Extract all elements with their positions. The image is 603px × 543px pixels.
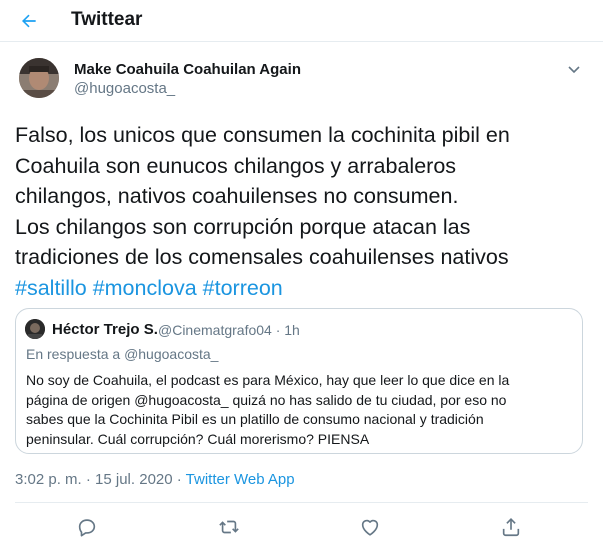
reply-button[interactable] xyxy=(76,516,98,538)
quoted-author-meta: @Cinematgrafo04 · 1h xyxy=(158,322,300,338)
tweet-time[interactable]: 3:02 p. m. · 15 jul. 2020 · xyxy=(15,471,186,488)
author-handle[interactable]: @hugoacosta_ xyxy=(74,80,175,97)
like-button[interactable] xyxy=(359,516,381,538)
tweet-text-line: Coahuila son eunucos chilangos y arrabal… xyxy=(15,153,457,178)
tweet-text: Falso, los unicos que consumen la cochin… xyxy=(15,120,585,303)
more-options-button[interactable] xyxy=(566,61,582,77)
reply-prefix: En respuesta a xyxy=(26,346,125,362)
quoted-avatar[interactable] xyxy=(25,319,45,339)
share-icon xyxy=(502,518,520,537)
share-button[interactable] xyxy=(500,516,522,538)
like-icon xyxy=(361,519,379,536)
tweet-text-line: chilangos, nativos coahuilenses no consu… xyxy=(15,184,459,208)
tweet-timestamp: 3:02 p. m. · 15 jul. 2020 · Twitter Web … xyxy=(15,471,295,488)
reply-context: En respuesta a @hugoacosta_ xyxy=(26,346,218,362)
page-header: Twittear xyxy=(0,0,603,42)
quoted-text-line: No soy de Coahuila, el podcast es para M… xyxy=(26,372,510,388)
tweet-source-link[interactable]: Twitter Web App xyxy=(186,471,295,488)
page-title: Twittear xyxy=(71,9,143,30)
quoted-tweet-text: No soy de Coahuila, el podcast es para M… xyxy=(26,371,576,449)
chevron-down-icon xyxy=(568,66,580,74)
quoted-text-line: peninsular. Cuál corrupción? Cuál moreri… xyxy=(26,430,370,447)
hashtag-link[interactable]: #saltillo xyxy=(15,276,87,300)
hashtag-line: #saltillo #monclova #torreon xyxy=(15,273,585,304)
reply-mention-link[interactable]: @hugoacosta_ xyxy=(124,346,218,362)
avatar[interactable] xyxy=(19,58,59,98)
tweet-text-line: Los chilangos son corrupción porque atac… xyxy=(15,214,471,239)
reply-icon xyxy=(78,519,96,537)
tweet-text-line: tradiciones de los comensales coahuilens… xyxy=(15,245,509,269)
quoted-tweet[interactable]: Héctor Trejo S. @Cinematgrafo04 · 1h En … xyxy=(15,308,583,454)
retweet-button[interactable] xyxy=(218,516,240,538)
back-button[interactable] xyxy=(13,5,45,37)
arrow-left-icon xyxy=(22,14,36,28)
author-name[interactable]: Make Coahuila Coahuilan Again xyxy=(74,61,301,78)
quoted-text-line: sabes que la Cochinita Pibil es un plati… xyxy=(26,411,484,427)
quoted-author-name[interactable]: Héctor Trejo S. xyxy=(52,321,158,338)
tweet-text-line: Falso, los unicos que consumen la cochin… xyxy=(15,123,510,147)
quoted-text-line: página de origen @hugoacosta_ quizá no h… xyxy=(26,391,507,408)
hashtag-link[interactable]: #torreon xyxy=(203,276,283,300)
retweet-icon xyxy=(219,520,239,534)
divider xyxy=(15,502,588,503)
hashtag-link[interactable]: #monclova xyxy=(93,276,197,300)
